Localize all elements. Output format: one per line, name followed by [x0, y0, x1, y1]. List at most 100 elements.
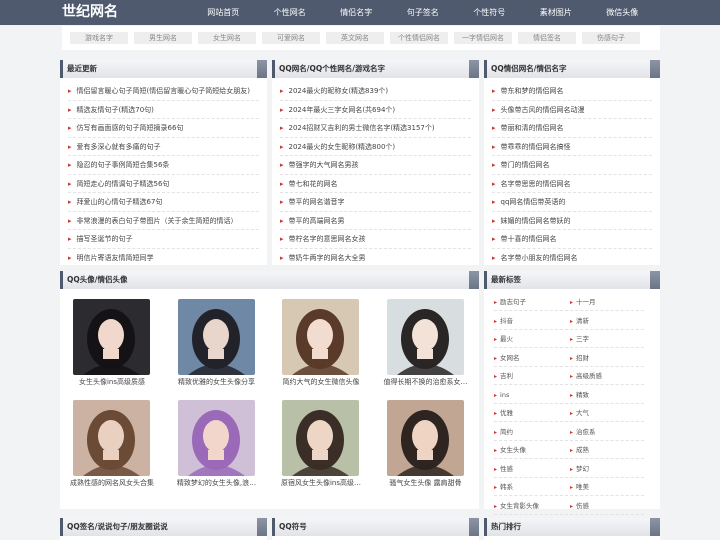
list-item[interactable]: 名字带思思的情侣网名: [492, 175, 652, 193]
tag-link[interactable]: 女生背影头像: [494, 497, 568, 515]
tag-link[interactable]: 清新: [570, 312, 644, 330]
subnav-item[interactable]: 伤感句子: [582, 32, 640, 44]
avatar-image[interactable]: [386, 400, 464, 476]
tag-link[interactable]: 招财: [570, 349, 644, 367]
subnav-item[interactable]: 男生网名: [134, 32, 192, 44]
nav-wechat-avatars[interactable]: 微信头像: [589, 0, 656, 25]
nav-images[interactable]: 素材图片: [523, 0, 590, 25]
list-item[interactable]: 2024最火的女生昵称(精选800个): [280, 138, 471, 156]
avatar-image[interactable]: [73, 400, 150, 476]
avatar-image[interactable]: [282, 400, 359, 476]
avatar-caption[interactable]: 值得长期不换的治愈系女…: [376, 377, 476, 387]
list-item[interactable]: 2024招财又吉利的男士微信名字(精选3157个): [280, 119, 471, 138]
list-item[interactable]: 带平的网名谐音字: [280, 193, 471, 212]
avatar-card[interactable]: 简约大气的女生微信头像: [269, 293, 373, 393]
list-item[interactable]: 描写圣诞节的句子: [68, 230, 259, 249]
avatar-caption[interactable]: 原宿风女生头像ins高级…: [271, 478, 371, 488]
tag-link[interactable]: 吉利: [494, 367, 568, 385]
tag-link[interactable]: 治愈系: [570, 423, 644, 441]
tag-link[interactable]: 韩系: [494, 478, 568, 496]
subnav-item[interactable]: 游戏名字: [70, 32, 128, 44]
tag-link[interactable]: ins: [494, 386, 568, 404]
avatar-card[interactable]: 女生头像ins高级质感: [60, 293, 164, 393]
list-item[interactable]: 头像带古风的情侣网名动漫: [492, 101, 652, 119]
site-logo[interactable]: 世纪网名: [62, 2, 118, 22]
list-item[interactable]: 带门的情侣网名: [492, 156, 652, 175]
list-item[interactable]: 带乖乖的情侣网名搞怪: [492, 138, 652, 156]
avatar-caption[interactable]: 女生头像ins高级质感: [62, 377, 162, 387]
subnav-item[interactable]: 一字情侣网名: [454, 32, 512, 44]
list-item[interactable]: 带奶牛两字的网名大全男: [280, 249, 471, 268]
nav-symbols[interactable]: 个性符号: [456, 0, 523, 25]
nav-couple-names[interactable]: 情侣名字: [323, 0, 390, 25]
tag-link[interactable]: 梦幻: [570, 460, 644, 478]
avatar-image[interactable]: [177, 299, 255, 375]
panel-title: QQ符号: [272, 518, 479, 536]
subnav-item[interactable]: 可爱网名: [262, 32, 320, 44]
tag-link[interactable]: 抖音: [494, 312, 568, 330]
avatar-card[interactable]: 骚气女生头像 露肩甜骨: [374, 394, 478, 494]
tag-link[interactable]: 唯美: [570, 478, 644, 496]
tag-link[interactable]: 最火: [494, 330, 568, 348]
tag-link[interactable]: 高级质感: [570, 367, 644, 385]
avatar-image[interactable]: [73, 299, 150, 375]
list-item[interactable]: 隐忍的句子事例简短合集56条: [68, 156, 259, 175]
avatar-image[interactable]: [177, 400, 255, 476]
tag-link[interactable]: 简约: [494, 423, 568, 441]
subnav-item[interactable]: 女生网名: [198, 32, 256, 44]
tag-link[interactable]: 伤感: [570, 497, 644, 515]
tag-link[interactable]: 三字: [570, 330, 644, 348]
panel-title: QQ情侣网名/情侣名字: [484, 60, 660, 78]
tag-link[interactable]: 优雅: [494, 404, 568, 422]
list-item[interactable]: 名字带小朋友的情侣网名: [492, 249, 652, 268]
subnav-item[interactable]: 英文网名: [326, 32, 384, 44]
avatar-caption[interactable]: 骚气女生头像 露肩甜骨: [376, 478, 476, 488]
tag-link[interactable]: 精致: [570, 386, 644, 404]
tag-link[interactable]: 十一月: [570, 293, 644, 311]
avatar-caption[interactable]: 简约大气的女生微信头像: [271, 377, 371, 387]
tag-link[interactable]: 成熟: [570, 441, 644, 459]
list-item[interactable]: 带东和梦的情侣网名: [492, 82, 652, 101]
list-item[interactable]: 精选友情句子(精选70句): [68, 101, 259, 119]
list-item[interactable]: 简短走心的情调句子精选56句: [68, 175, 259, 193]
list-item[interactable]: qq网名情侣带英语的: [492, 193, 652, 212]
nav-sentence-signatures[interactable]: 句子签名: [390, 0, 457, 25]
avatar-caption[interactable]: 成熟性感的网名风女头合集: [62, 478, 162, 488]
list-item[interactable]: 妹媚的情侣网名带妖的: [492, 212, 652, 230]
avatar-image[interactable]: [282, 299, 359, 375]
list-item[interactable]: 2024年最火三字女网名(共694个): [280, 101, 471, 119]
list-item[interactable]: 仿写有画面感的句子简短摘录66句: [68, 119, 259, 138]
avatar-image[interactable]: [386, 299, 464, 375]
tag-link[interactable]: 女网名: [494, 349, 568, 367]
latest-tags-panel: 最新标签 励志句子十一月抖音清新最火三字女网名招财吉利高级质感ins精致优雅大气…: [484, 271, 660, 515]
list-item[interactable]: 2024最火的昵称女(精选839个): [280, 82, 471, 101]
nav-personal-names[interactable]: 个性网名: [257, 0, 324, 25]
list-item[interactable]: 带柠名字的意思网名女孩: [280, 230, 471, 249]
subnav-item[interactable]: 情侣签名: [518, 32, 576, 44]
list-item[interactable]: 明信片寄语友情简短同学: [68, 249, 259, 268]
list-item[interactable]: 非常浪漫的表白句子带图片（关于余生简短的情话）: [68, 212, 259, 230]
tag-link[interactable]: 励志句子: [494, 293, 568, 311]
tag-link[interactable]: 女生头像: [494, 441, 568, 459]
avatar-card[interactable]: 原宿风女生头像ins高级…: [269, 394, 373, 494]
list-item[interactable]: 带平的高端网名男: [280, 212, 471, 230]
avatar-card[interactable]: 精致优雅的女生头像分享: [165, 293, 269, 393]
nav-home[interactable]: 网站首页: [190, 0, 257, 25]
avatar-caption[interactable]: 精致优雅的女生头像分享: [167, 377, 267, 387]
avatar-caption[interactable]: 精致梦幻的女生头像,浪…: [167, 478, 267, 488]
avatar-card[interactable]: 精致梦幻的女生头像,浪…: [165, 394, 269, 494]
qq-names-panel: QQ网名/QQ个性网名/游戏名字 2024最火的昵称女(精选839个)2024年…: [272, 60, 479, 265]
subnav-item[interactable]: 个性情侣网名: [390, 32, 448, 44]
list-item[interactable]: 带强字的大气网名男孩: [280, 156, 471, 175]
list-item[interactable]: 带十喜的情侣网名: [492, 230, 652, 249]
tag-link[interactable]: 性感: [494, 460, 568, 478]
list-item[interactable]: 拜爱山的心情句子精选67句: [68, 193, 259, 212]
list-item[interactable]: 情侣留言暖心句子简短(情侣留言暖心句子简短给女朋友): [68, 82, 259, 101]
list-item[interactable]: 爱有多深心就有多痛的句子: [68, 138, 259, 156]
list-item[interactable]: 带七和花的网名: [280, 175, 471, 193]
list-item[interactable]: 带丽和清的情侣网名: [492, 119, 652, 138]
qq-names-list: 2024最火的昵称女(精选839个)2024年最火三字女网名(共694个)202…: [272, 78, 479, 267]
avatar-card[interactable]: 成熟性感的网名风女头合集: [60, 394, 164, 494]
tag-link[interactable]: 大气: [570, 404, 644, 422]
avatar-card[interactable]: 值得长期不换的治愈系女…: [374, 293, 478, 393]
